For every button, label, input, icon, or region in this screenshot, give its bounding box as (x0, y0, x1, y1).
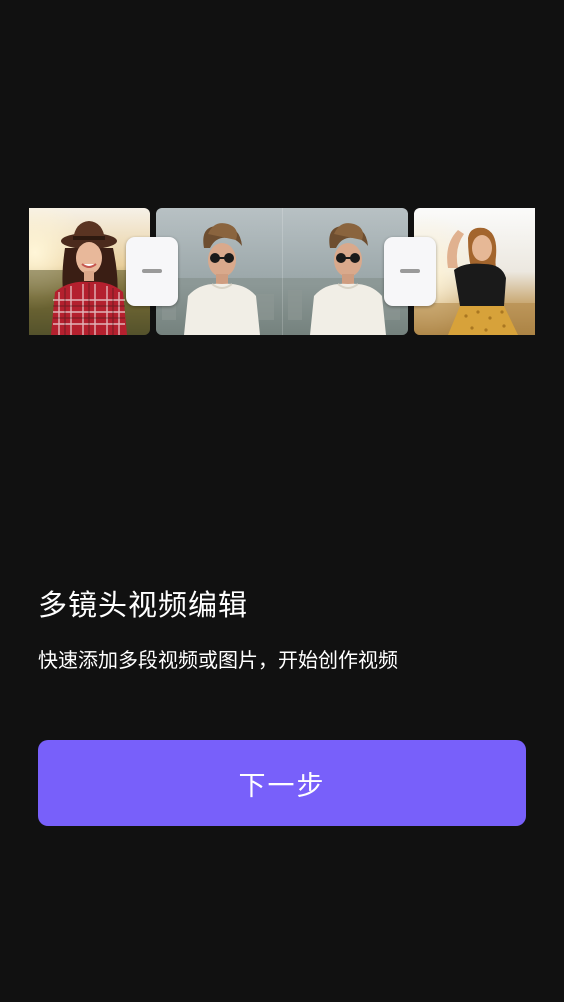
clip-trim-handle[interactable] (384, 237, 436, 306)
feature-title: 多镜头视频编辑 (38, 588, 249, 622)
feature-description: 快速添加多段视频或图片，开始创作视频 (38, 648, 398, 672)
clip-timeline (29, 208, 535, 335)
next-step-button[interactable]: 下一步 (38, 740, 526, 826)
frame-divider (282, 208, 283, 335)
onboarding-screen: 多镜头视频编辑 快速添加多段视频或图片，开始创作视频 下一步 (0, 0, 564, 1002)
video-clip-thumbnail[interactable] (156, 208, 408, 335)
minus-icon (142, 269, 162, 273)
clip-trim-handle[interactable] (126, 237, 178, 306)
minus-icon (400, 269, 420, 273)
